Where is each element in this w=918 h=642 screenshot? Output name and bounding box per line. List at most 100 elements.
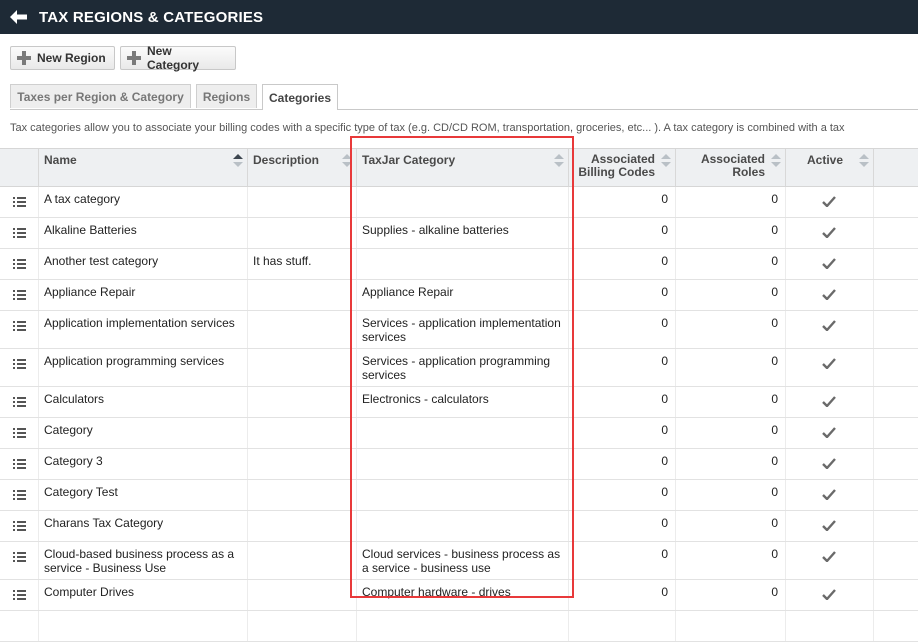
- roles-cell: 0: [676, 387, 786, 417]
- taxjar-cell: [357, 418, 569, 448]
- name-cell: Cloud-based business process as a servic…: [39, 542, 248, 579]
- check-icon: [822, 258, 836, 269]
- page-title: TAX REGIONS & CATEGORIES: [39, 8, 264, 26]
- billing-codes-cell: 0: [569, 418, 676, 448]
- roles-cell: 0: [676, 511, 786, 541]
- drag-handle-cell: [0, 580, 39, 610]
- sort-ascending-icon[interactable]: [233, 154, 243, 170]
- billing-codes-cell: 0: [569, 280, 676, 310]
- sort-icon[interactable]: [859, 154, 869, 170]
- tab-taxes-per-region[interactable]: Taxes per Region & Category: [10, 84, 191, 108]
- drag-handle-icon[interactable]: [13, 459, 26, 469]
- drag-handle-icon[interactable]: [13, 490, 26, 500]
- drag-handle-icon[interactable]: [13, 590, 26, 600]
- drag-handle-icon[interactable]: [13, 259, 26, 269]
- table-row[interactable]: A tax category 0 0: [0, 187, 918, 218]
- table-row[interactable]: Category 3 00: [0, 449, 918, 480]
- name-cell: Alkaline Batteries: [39, 218, 248, 248]
- roles-cell: 0: [676, 418, 786, 448]
- drag-handle-icon[interactable]: [13, 228, 26, 238]
- billing-codes-cell: 0: [569, 511, 676, 541]
- tab-categories[interactable]: Categories: [262, 84, 338, 110]
- column-header-taxjar[interactable]: TaxJar Category: [357, 149, 569, 186]
- name-cell: Application implementation services: [39, 311, 248, 348]
- roles-cell: 0: [676, 280, 786, 310]
- drag-handle-cell: [0, 480, 39, 510]
- back-arrow-icon[interactable]: [2, 0, 36, 34]
- roles-cell: 0: [676, 542, 786, 579]
- billing-codes-cell: 0: [569, 480, 676, 510]
- check-icon: [822, 427, 836, 438]
- description-cell: [248, 187, 357, 217]
- billing-codes-cell: 0: [569, 349, 676, 386]
- taxjar-cell: Cloud services - business process as a s…: [357, 542, 569, 579]
- drag-handle-icon[interactable]: [13, 397, 26, 407]
- new-region-button[interactable]: New Region: [10, 46, 115, 70]
- description-cell: [248, 449, 357, 479]
- check-icon: [822, 227, 836, 238]
- active-cell: [786, 311, 874, 348]
- description-cell: [248, 218, 357, 248]
- active-cell: [786, 511, 874, 541]
- name-cell: [39, 611, 248, 641]
- taxjar-cell: [357, 249, 569, 279]
- billing-codes-cell: 0: [569, 311, 676, 348]
- check-icon: [822, 589, 836, 600]
- sort-icon[interactable]: [342, 154, 352, 170]
- sort-icon[interactable]: [771, 154, 781, 170]
- table-row[interactable]: Category 0 0: [0, 418, 918, 449]
- table-row[interactable]: Computer Drives Computer hardware - drive…: [0, 580, 918, 611]
- active-cell: [786, 218, 874, 248]
- new-category-label: New Category: [147, 44, 200, 72]
- billing-codes-cell: 0: [569, 187, 676, 217]
- check-icon: [822, 489, 836, 500]
- drag-handle-icon[interactable]: [13, 521, 26, 531]
- table-row[interactable]: Application implementation services Servi…: [0, 311, 918, 349]
- table-row[interactable]: [0, 611, 918, 642]
- column-header-roles[interactable]: Associated Roles: [676, 149, 786, 186]
- column-header-billing-codes[interactable]: Associated Billing Codes: [569, 149, 676, 186]
- table-row[interactable]: Alkaline Batteries Supplies - alkaline ba…: [0, 218, 918, 249]
- table-row[interactable]: Charans Tax Category 0 0: [0, 511, 918, 542]
- drag-handle-cell: [0, 542, 39, 579]
- drag-handle-icon[interactable]: [13, 359, 26, 369]
- column-header-active[interactable]: Active: [786, 149, 874, 186]
- description-cell: [248, 611, 357, 641]
- name-cell: Charans Tax Category: [39, 511, 248, 541]
- name-cell: Computer Drives: [39, 580, 248, 610]
- table-row[interactable]: Application programming services Services…: [0, 349, 918, 387]
- name-cell: Category 3: [39, 449, 248, 479]
- description-cell: [248, 542, 357, 579]
- description-cell: [248, 418, 357, 448]
- drag-handle-icon[interactable]: [13, 428, 26, 438]
- drag-handle-icon[interactable]: [13, 552, 26, 562]
- taxjar-cell: Computer hardware - drives: [357, 580, 569, 610]
- drag-handle-cell: [0, 218, 39, 248]
- table-row[interactable]: Category Test 0 0: [0, 480, 918, 511]
- active-cell: [786, 349, 874, 386]
- page-description: Tax categories allow you to associate yo…: [10, 122, 845, 134]
- name-cell: Application programming services: [39, 349, 248, 386]
- taxjar-cell: [357, 611, 569, 641]
- check-icon: [822, 458, 836, 469]
- column-header-name[interactable]: Name: [39, 149, 248, 186]
- toolbar: New Region New Category: [10, 44, 236, 72]
- column-header-description[interactable]: Description: [248, 149, 357, 186]
- sort-icon[interactable]: [554, 154, 564, 170]
- active-cell: [786, 449, 874, 479]
- table-row[interactable]: Cloud-based business process as a servic…: [0, 542, 918, 580]
- name-cell: Calculators: [39, 387, 248, 417]
- roles-cell: 0: [676, 449, 786, 479]
- drag-handle-icon[interactable]: [13, 290, 26, 300]
- tab-regions[interactable]: Regions: [196, 84, 257, 108]
- billing-codes-cell: 0: [569, 218, 676, 248]
- sort-icon[interactable]: [661, 154, 671, 170]
- drag-handle-icon[interactable]: [13, 197, 26, 207]
- table-row[interactable]: Calculators Electronics - calculators 0 0: [0, 387, 918, 418]
- new-category-button[interactable]: New Category: [120, 44, 236, 72]
- drag-handle-icon[interactable]: [13, 321, 26, 331]
- table-row[interactable]: Appliance Repair Appliance Repair 0 0: [0, 280, 918, 311]
- check-icon: [822, 520, 836, 531]
- table-row[interactable]: Another test category It has stuff. 0 0: [0, 249, 918, 280]
- taxjar-cell: Supplies - alkaline batteries: [357, 218, 569, 248]
